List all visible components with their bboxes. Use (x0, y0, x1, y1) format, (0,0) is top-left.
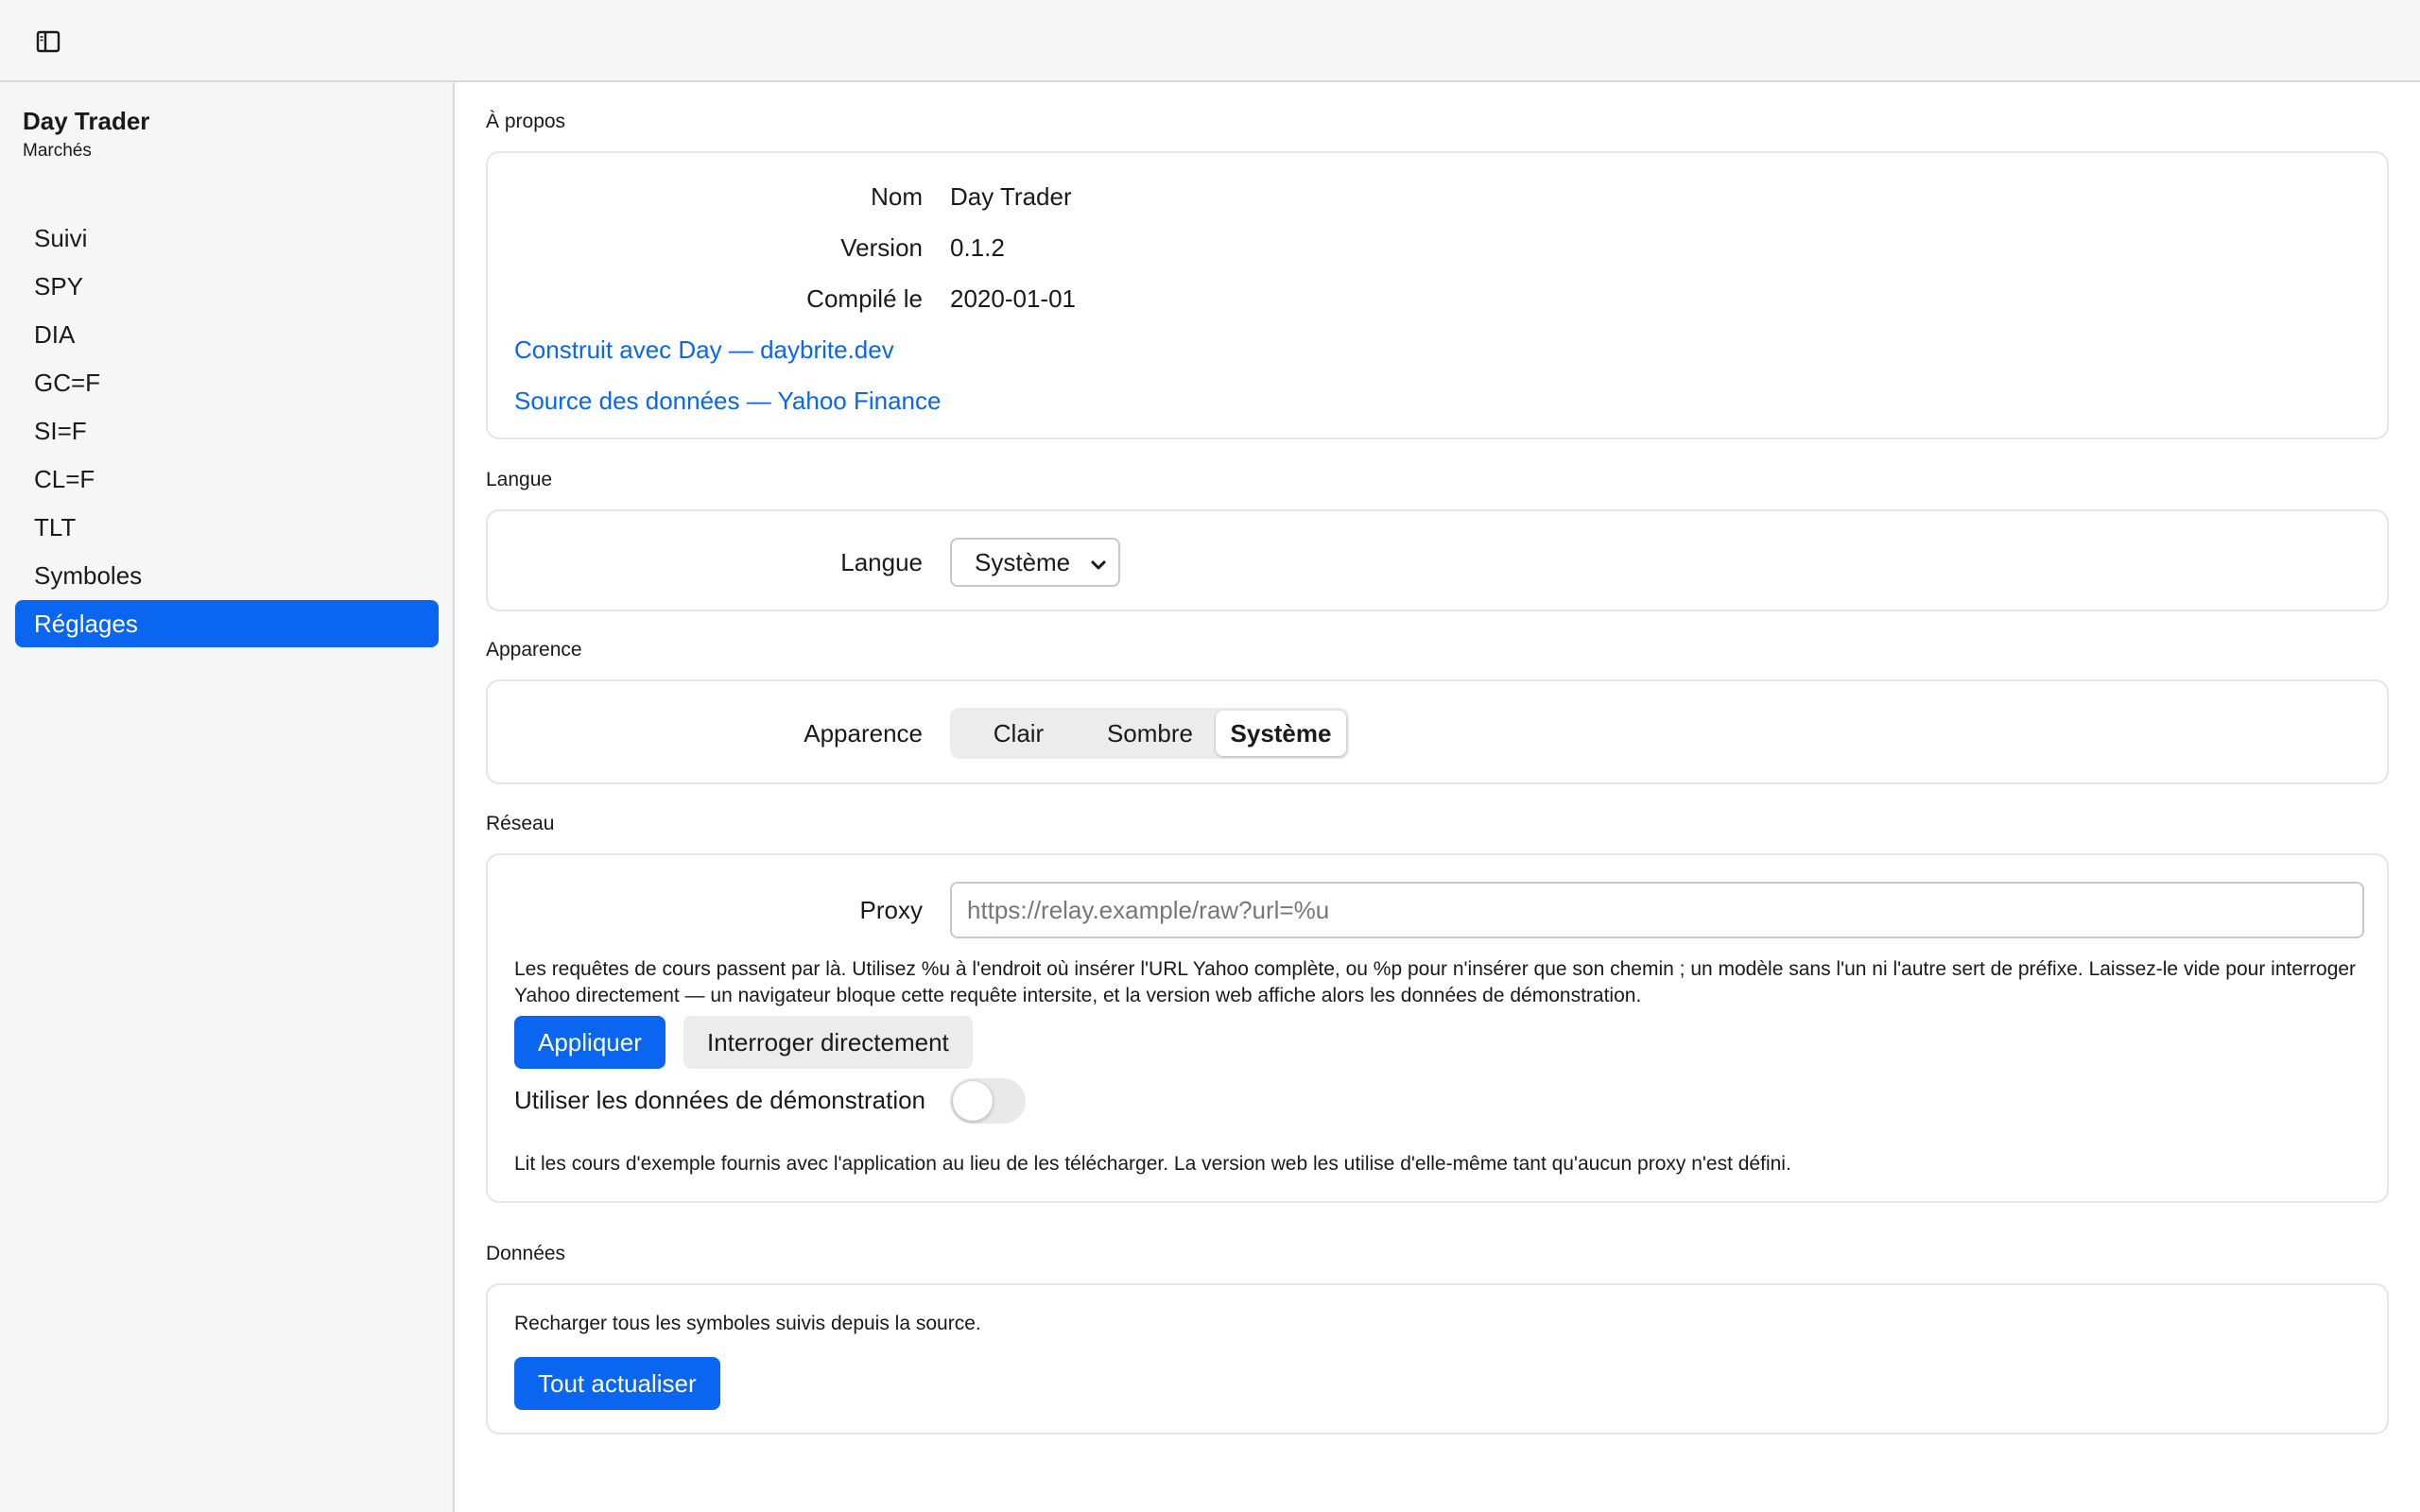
appearance-option-clair[interactable]: Clair (953, 711, 1084, 756)
apply-button[interactable]: Appliquer (514, 1016, 666, 1069)
appearance-card: Apparence Clair Sombre Système (486, 679, 2389, 784)
sidebar-nav: Suivi SPY DIA GC=F SI=F CL=F TLT Symbole… (15, 215, 439, 648)
sidebar-item-symboles[interactable]: Symboles (15, 552, 439, 599)
demo-data-toggle[interactable] (950, 1078, 1026, 1124)
appearance-label: Apparence (804, 719, 923, 747)
language-label: Langue (840, 548, 923, 576)
compiled-value: 2020-01-01 (950, 284, 1076, 313)
appearance-option-systeme[interactable]: Système (1216, 711, 1346, 756)
network-card: Proxy Les requêtes de cours passent par … (486, 853, 2389, 1203)
sidebar-item-cl-f[interactable]: CL=F (15, 455, 439, 503)
section-label-about: À propos (486, 111, 566, 132)
about-card: Nom Day Trader Version 0.1.2 Compilé le … (486, 151, 2389, 439)
name-value: Day Trader (950, 182, 1072, 211)
demo-help-text: Lit les cours d'exemple fournis avec l'a… (514, 1153, 1791, 1175)
proxy-label: Proxy (859, 896, 923, 924)
toggle-knob (953, 1081, 993, 1121)
refresh-all-button[interactable]: Tout actualiser (514, 1357, 720, 1410)
section-label-network: Réseau (486, 813, 555, 834)
sidebar-panel-icon[interactable] (32, 26, 64, 57)
version-value: 0.1.2 (950, 233, 1005, 262)
demo-data-label: Utiliser les données de démonstration (514, 1086, 926, 1114)
sidebar-item-si-f[interactable]: SI=F (15, 407, 439, 455)
app-subtitle: Marchés (23, 141, 92, 161)
app-window: Day Trader Marchés Suivi SPY DIA GC=F SI… (0, 0, 2420, 1512)
built-with-link[interactable]: Construit avec Day — daybrite.dev (514, 335, 894, 365)
section-label-data: Données (486, 1243, 566, 1264)
section-label-language: Langue (486, 469, 553, 490)
sidebar-item-dia[interactable]: DIA (15, 311, 439, 358)
sidebar-item-reglages[interactable]: Réglages (15, 600, 439, 647)
sidebar-item-spy[interactable]: SPY (15, 263, 439, 310)
language-select[interactable]: Système (950, 538, 1120, 587)
top-bar (0, 0, 2420, 82)
language-card: Langue Système (486, 509, 2389, 611)
proxy-input[interactable] (950, 882, 2364, 938)
sidebar-item-tlt[interactable]: TLT (15, 504, 439, 551)
sidebar-item-gc-f[interactable]: GC=F (15, 359, 439, 406)
proxy-help-line-2: Yahoo directement — un navigateur bloque… (514, 985, 1642, 1006)
sidebar-item-suivi[interactable]: Suivi (15, 215, 439, 262)
app-title: Day Trader (23, 107, 150, 135)
data-card: Recharger tous les symboles suivis depui… (486, 1283, 2389, 1435)
proxy-help-text: Les requêtes de cours passent par là. Ut… (514, 956, 2367, 1009)
compiled-label: Compilé le (806, 284, 923, 313)
data-source-link[interactable]: Source des données — Yahoo Finance (514, 387, 941, 416)
language-selected-value: Système (975, 547, 1071, 576)
section-label-appearance: Apparence (486, 639, 582, 661)
sidebar: Day Trader Marchés Suivi SPY DIA GC=F SI… (0, 82, 455, 1512)
appearance-option-sombre[interactable]: Sombre (1084, 711, 1216, 756)
query-directly-button[interactable]: Interroger directement (683, 1016, 973, 1069)
refresh-description: Recharger tous les symboles suivis depui… (514, 1313, 981, 1334)
appearance-segmented-control: Clair Sombre Système (950, 708, 1349, 759)
chevron-down-icon (1088, 553, 1109, 582)
name-label: Nom (871, 182, 923, 211)
version-label: Version (840, 233, 923, 262)
proxy-help-line-1: Les requêtes de cours passent par là. Ut… (514, 958, 2357, 980)
